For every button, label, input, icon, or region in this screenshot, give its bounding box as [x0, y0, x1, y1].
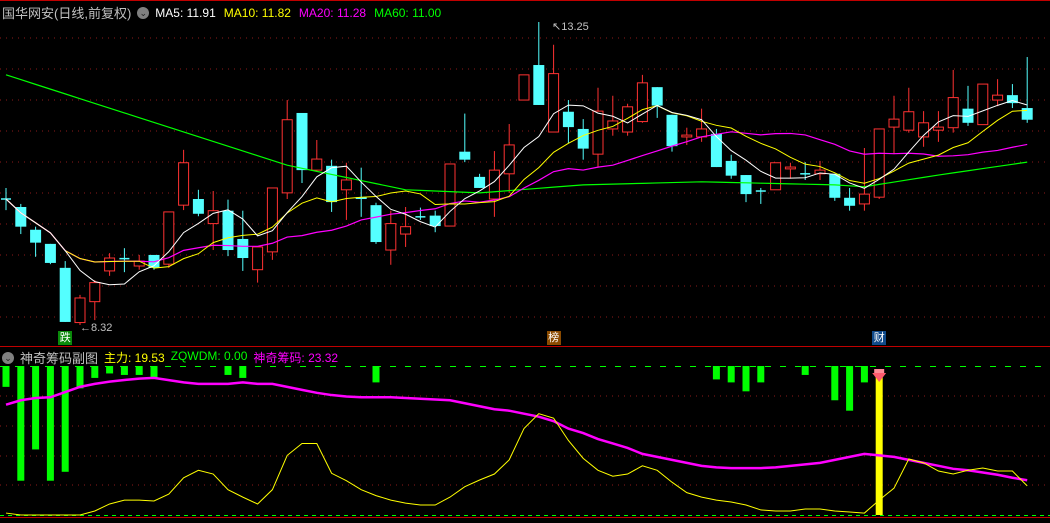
- candle-up: [858, 193, 870, 205]
- candle-up: [592, 110, 604, 155]
- candle-down: [533, 65, 545, 105]
- sub-chart-header: ⌄ 神奇筹码副图 主力: 19.53 ZQWDM: 0.00 神奇筹码: 23.32: [2, 348, 338, 367]
- zqwdm-bar: [239, 366, 247, 378]
- low-price-value: 8.32: [91, 322, 113, 334]
- candle-down: [577, 128, 589, 149]
- sub-chart-title: 神奇筹码副图: [20, 351, 99, 366]
- candle-up: [74, 297, 86, 324]
- ma-label-0: MA5: 11.91: [155, 5, 216, 20]
- candle-down: [459, 151, 471, 160]
- zqwdm-bar: [757, 366, 765, 383]
- zqwdm-bar: [61, 366, 69, 472]
- candle-up: [252, 246, 264, 271]
- candle-down: [844, 197, 856, 206]
- main-chart-header: 国华网安(日线,前复权) ⌄ MA5: 11.91 MA10: 11.82 MA20…: [2, 3, 441, 22]
- candle-up: [681, 134, 693, 138]
- candle-up: [104, 257, 116, 272]
- candle-down: [370, 205, 382, 243]
- chevron-down-icon[interactable]: ⌄: [2, 351, 14, 364]
- candle-up: [977, 83, 989, 126]
- sub-indicator-label-0: 主力: 19.53: [104, 351, 165, 365]
- gem-icon: [872, 373, 887, 382]
- candle-down: [651, 87, 663, 106]
- zqwdm-bar: [801, 366, 809, 375]
- candle-up: [947, 97, 959, 129]
- high-price-value: 13.25: [561, 21, 589, 33]
- zqwdm-bar: [17, 366, 25, 481]
- candle-down: [192, 199, 204, 214]
- zqwdm-bar: [135, 366, 143, 375]
- signal-marker-0[interactable]: 跌: [58, 331, 73, 345]
- stock-title: 国华网安(日线,前复权): [2, 6, 132, 21]
- candle-down: [725, 160, 737, 176]
- zqwdm-bar: [727, 366, 735, 383]
- candle-down: [829, 173, 841, 198]
- candle-down: [30, 229, 42, 243]
- candle-down: [326, 165, 338, 203]
- candle-up: [488, 169, 500, 200]
- ma-label-1: MA10: 11.82: [223, 5, 291, 20]
- stock-chart[interactable]: [0, 0, 1050, 523]
- candle-up: [873, 128, 885, 198]
- candle-down: [1021, 108, 1033, 120]
- candle-up: [622, 106, 634, 133]
- candle-up: [518, 74, 530, 101]
- candle-up: [89, 282, 101, 303]
- candle-up: [888, 118, 900, 128]
- zqwdm-bar: [120, 366, 128, 375]
- candle-down: [429, 215, 441, 227]
- candle-down: [296, 112, 308, 171]
- zhuli-line: [5, 413, 1028, 516]
- zqwdm-bar: [742, 366, 750, 392]
- candle-up: [340, 179, 352, 191]
- zqwdm-bar: [372, 366, 380, 383]
- candle-down: [44, 243, 56, 263]
- ma-label-3: MA60: 11.00: [374, 5, 442, 20]
- candle-up: [311, 158, 323, 171]
- shenqi-chouma-line: [5, 376, 1028, 482]
- zqwdm-bar: [224, 366, 232, 375]
- zqwdm-bar: [46, 366, 54, 481]
- candle-up: [178, 162, 190, 206]
- sub-indicator-label-2: 神奇筹码: 23.32: [253, 351, 339, 365]
- signal-bar: [875, 372, 883, 515]
- zqwdm-bar: [150, 366, 158, 378]
- low-price-label: ←8.32: [80, 322, 113, 334]
- candle-up: [400, 226, 412, 235]
- zqwdm-bar: [106, 366, 114, 374]
- candle-down: [222, 210, 234, 251]
- candle-down: [237, 238, 249, 259]
- candle-up: [444, 163, 456, 227]
- signal-marker-1[interactable]: 榜: [546, 331, 561, 345]
- gem-icon-top: [874, 369, 885, 373]
- high-price-label: ↖13.25: [552, 21, 589, 33]
- candle-up: [548, 73, 560, 133]
- ma-label-2: MA20: 11.28: [298, 5, 367, 20]
- zqwdm-bar: [76, 366, 84, 389]
- zqwdm-bar: [831, 366, 839, 401]
- candle-up: [281, 119, 293, 194]
- candle-down: [562, 111, 574, 128]
- candle-down: [474, 176, 486, 188]
- candle-down: [740, 175, 752, 195]
- candle-up: [992, 94, 1004, 101]
- zqwdm-bar: [860, 366, 868, 383]
- zqwdm-bar: [712, 366, 720, 380]
- candle-up: [903, 111, 915, 131]
- zqwdm-bar: [846, 366, 854, 411]
- candle-up: [932, 126, 944, 131]
- signal-marker-2[interactable]: 财: [872, 331, 887, 345]
- candle-down: [710, 133, 722, 168]
- zqwdm-bar: [91, 366, 99, 378]
- zqwdm-bar: [32, 366, 40, 450]
- zqwdm-bar: [2, 366, 10, 387]
- candle-up: [385, 223, 397, 251]
- sub-indicator-label-1: ZQWDM: 0.00: [170, 349, 248, 363]
- candle-down: [59, 267, 71, 322]
- candle-down: [666, 114, 678, 147]
- candle-up: [784, 166, 796, 170]
- chevron-down-icon[interactable]: ⌄: [137, 6, 150, 19]
